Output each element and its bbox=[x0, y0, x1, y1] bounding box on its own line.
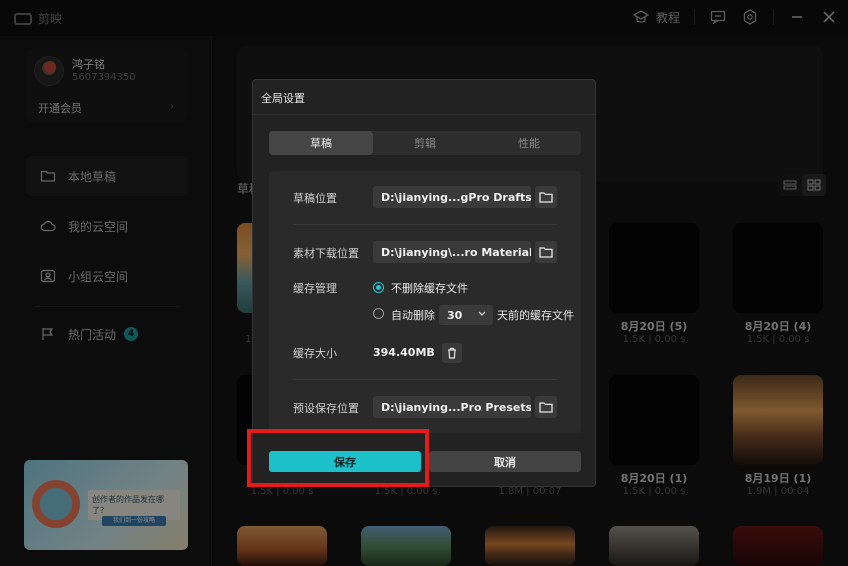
preset-location-field[interactable]: D:\jianying...Pro Presets bbox=[373, 396, 531, 418]
tab-editing[interactable]: 剪辑 bbox=[373, 131, 477, 155]
folder-icon[interactable] bbox=[535, 396, 557, 418]
chevron-down-icon bbox=[477, 308, 487, 321]
dialog-header-divider bbox=[253, 114, 595, 115]
folder-icon[interactable] bbox=[535, 241, 557, 263]
trash-icon[interactable] bbox=[442, 343, 462, 363]
cache-days-value: 30 bbox=[447, 308, 463, 322]
dialog-title: 全局设置 bbox=[261, 92, 305, 105]
radio-keep-cache[interactable] bbox=[373, 282, 384, 293]
radio-auto-delete-label: 自动删除 bbox=[391, 309, 435, 322]
cache-size-label: 缓存大小 bbox=[293, 347, 337, 360]
cache-management-label: 缓存管理 bbox=[293, 282, 337, 295]
draft-location-label: 草稿位置 bbox=[293, 192, 337, 205]
cache-size-value: 394.40MB bbox=[373, 346, 435, 359]
cache-days-select[interactable]: 30 bbox=[439, 305, 493, 325]
row-divider bbox=[293, 379, 557, 380]
draft-location-field[interactable]: D:\jianying...gPro Drafts bbox=[373, 186, 531, 208]
tab-performance[interactable]: 性能 bbox=[477, 131, 581, 155]
tab-drafts[interactable]: 草稿 bbox=[269, 131, 373, 155]
settings-tabs: 草稿 剪辑 性能 bbox=[269, 131, 581, 155]
download-location-label: 素材下载位置 bbox=[293, 247, 359, 260]
settings-panel: 草稿位置 D:\jianying...gPro Drafts 素材下载位置 D:… bbox=[269, 171, 581, 433]
cache-days-suffix: 天前的缓存文件 bbox=[497, 309, 574, 322]
preset-location-label: 预设保存位置 bbox=[293, 402, 359, 415]
row-divider bbox=[293, 224, 557, 225]
download-location-field[interactable]: D:\jianying\...ro Materials bbox=[373, 241, 531, 263]
global-settings-dialog: 全局设置 草稿 剪辑 性能 草稿位置 D:\jianying...gPro Dr… bbox=[252, 79, 596, 487]
folder-icon[interactable] bbox=[535, 186, 557, 208]
radio-keep-cache-label: 不删除缓存文件 bbox=[391, 282, 468, 295]
radio-auto-delete[interactable] bbox=[373, 308, 384, 319]
cancel-button[interactable]: 取消 bbox=[429, 451, 581, 472]
save-button-highlight bbox=[247, 429, 429, 487]
